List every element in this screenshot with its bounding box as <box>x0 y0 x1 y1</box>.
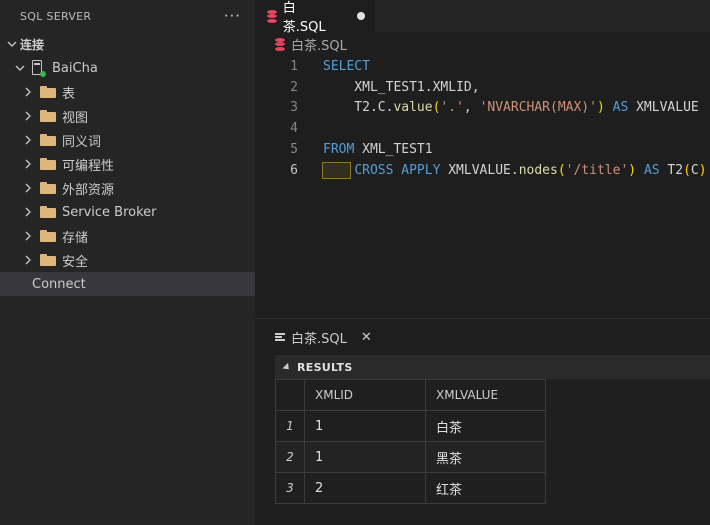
folder-label: 同义词 <box>62 134 102 150</box>
results-title: RESULTS <box>297 360 353 374</box>
row-index: 1 <box>275 410 305 442</box>
folder-icon <box>40 230 56 242</box>
chevron-right-icon <box>20 128 36 152</box>
results-grid: XMLID XMLVALUE 1 1 白茶 2 1 黑茶 3 2 红茶 <box>275 379 546 504</box>
sidebar: SQL SERVER ··· 连接 BaiCha 表视图同义词可编程性外部资源 S… <box>0 0 255 525</box>
folder-node[interactable]: Service Broker <box>0 200 255 224</box>
chevron-right-icon <box>20 176 36 200</box>
table-row[interactable]: 1 1 白茶 <box>275 410 546 442</box>
code-text: FROM XML_TEST1 <box>323 142 433 158</box>
folder-node[interactable]: 视图 <box>0 104 255 128</box>
line-number: 3 <box>290 100 298 116</box>
line-number: 6 <box>290 162 298 178</box>
sidebar-header: SQL SERVER ··· <box>0 0 255 32</box>
folder-label: 外部资源 <box>62 182 115 198</box>
folder-icon <box>40 182 56 194</box>
chevron-down-icon <box>4 32 20 56</box>
cell-xmlid[interactable]: 1 <box>304 441 426 473</box>
code-editor[interactable]: 1 SELECT 2 XML_TEST1.XMLID, 3 T2.C.value… <box>255 56 710 181</box>
folder-node[interactable]: 表 <box>0 80 255 104</box>
chevron-down-icon <box>12 56 28 80</box>
code-line: 4 <box>255 118 710 139</box>
folder-node[interactable]: 外部资源 <box>0 176 255 200</box>
folder-node[interactable]: 可编程性 <box>0 152 255 176</box>
folder-label: 安全 <box>62 254 89 270</box>
server-label: BaiCha <box>52 60 98 76</box>
code-line-active: 6 CROSS APPLY XMLVALUE.nodes('/title') A… <box>255 160 710 181</box>
line-number: 4 <box>290 121 298 137</box>
cell-xmlvalue[interactable]: 白茶 <box>425 410 546 442</box>
sidebar-title: SQL SERVER <box>20 9 92 23</box>
results-tab-label: 白茶.SQL <box>291 331 347 347</box>
row-index-header <box>275 379 305 411</box>
folder-node[interactable]: 同义词 <box>0 128 255 152</box>
folder-label: 存储 <box>62 230 89 246</box>
close-icon[interactable]: ✕ <box>361 330 372 345</box>
breadcrumb: 白茶.SQL <box>255 32 710 56</box>
server-icon <box>32 60 46 77</box>
code-text: SELECT <box>323 58 370 74</box>
editor-tab-label: 白茶.SQL <box>282 1 326 35</box>
code-line: 3 T2.C.value('.', 'NVARCHAR(MAX)') AS XM… <box>255 98 710 119</box>
editor-tab[interactable]: 白茶.SQL <box>255 0 375 35</box>
database-icon <box>275 37 285 51</box>
editor-tabbar: 白茶.SQL <box>255 0 710 35</box>
editor: 白茶.SQL 白茶.SQL 1 SELECT 2 XML_TEST1.XMLID… <box>255 0 710 318</box>
cell-xmlvalue[interactable]: 红茶 <box>425 472 546 504</box>
section-label: 连接 <box>20 37 45 52</box>
line-number: 2 <box>290 79 298 95</box>
column-header-xmlvalue[interactable]: XMLVALUE <box>425 379 546 411</box>
cell-xmlid[interactable]: 2 <box>304 472 426 504</box>
results-header[interactable]: RESULTS <box>275 355 710 379</box>
results-tab[interactable]: 白茶.SQL ✕ <box>255 319 710 355</box>
database-icon <box>267 9 277 23</box>
code-text: XML_TEST1.XMLID, <box>323 79 480 95</box>
results-panel: 白茶.SQL ✕ RESULTS XMLID XMLVALUE 1 1 白茶 2 1 黑茶… <box>255 318 710 525</box>
collapse-triangle-icon <box>282 362 292 372</box>
row-index: 3 <box>275 472 305 504</box>
line-number: 1 <box>290 58 298 74</box>
line-number: 5 <box>290 142 298 158</box>
chevron-right-icon <box>20 80 36 104</box>
code-text: CROSS APPLY XMLVALUE.nodes('/title') AS … <box>354 162 707 178</box>
folder-label: 视图 <box>62 110 89 126</box>
lines-icon <box>275 332 285 342</box>
table-row[interactable]: 3 2 红茶 <box>275 472 546 504</box>
chevron-right-icon <box>20 104 36 128</box>
table-row[interactable]: 2 1 黑茶 <box>275 441 546 473</box>
folder-label: 表 <box>62 86 76 102</box>
folder-icon <box>40 254 56 266</box>
row-index: 2 <box>275 441 305 473</box>
column-header-xmlid[interactable]: XMLID <box>304 379 426 411</box>
folder-icon <box>40 134 56 146</box>
section-connections[interactable]: 连接 <box>0 32 255 56</box>
server-node[interactable]: BaiCha <box>0 56 255 80</box>
chevron-right-icon <box>20 200 36 224</box>
folder-label: 可编程性 <box>62 158 115 174</box>
code-line: 5 FROM XML_TEST1 <box>255 139 710 160</box>
folder-label: Service Broker <box>62 204 157 220</box>
more-actions-icon[interactable]: ··· <box>224 7 241 25</box>
code-line: 1 SELECT <box>255 56 710 77</box>
breadcrumb-file[interactable]: 白茶.SQL <box>291 35 347 54</box>
folder-node[interactable]: 安全 <box>0 248 255 272</box>
connect-item[interactable]: Connect <box>0 272 255 296</box>
folder-icon <box>40 206 56 218</box>
chevron-right-icon <box>20 224 36 248</box>
folder-icon <box>40 86 56 98</box>
chevron-right-icon <box>20 248 36 272</box>
cell-xmlvalue[interactable]: 黑茶 <box>425 441 546 473</box>
results-area: RESULTS XMLID XMLVALUE 1 1 白茶 2 1 黑茶 3 2 红茶 <box>275 355 710 525</box>
chevron-right-icon <box>20 152 36 176</box>
folder-icon <box>40 110 56 122</box>
code-line: 2 XML_TEST1.XMLID, <box>255 77 710 98</box>
folder-icon <box>40 158 56 170</box>
unsaved-dot-icon[interactable] <box>357 12 365 20</box>
code-text: T2.C.value('.', 'NVARCHAR(MAX)') AS XMLV… <box>323 100 699 116</box>
folder-node[interactable]: 存储 <box>0 224 255 248</box>
cell-xmlid[interactable]: 1 <box>304 410 426 442</box>
